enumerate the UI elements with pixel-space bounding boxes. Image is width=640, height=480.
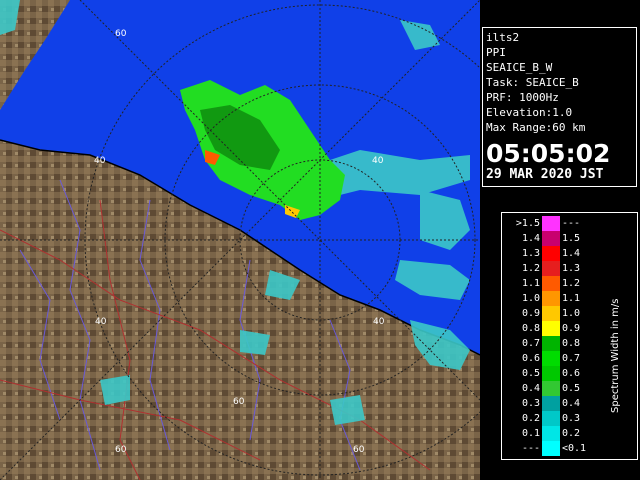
legend-lower-bound: 0.5 (521, 368, 540, 379)
legend-lower-bound: --- (521, 443, 540, 454)
legend-swatch (542, 306, 560, 321)
ring-label: 60 (353, 445, 365, 455)
legend-lower-bound: 1.2 (521, 263, 540, 274)
legend-upper-bound: 1.3 (562, 263, 581, 274)
info-box: ilts2 PPI SEAICE_B_W Task: SEAICE_B PRF:… (482, 27, 637, 187)
legend-swatch (542, 231, 560, 246)
legend-swatch (542, 321, 560, 336)
scan-time: 05:05:02 (486, 139, 611, 168)
elevation-value: Elevation:1.0 (486, 106, 573, 119)
ring-label: 40 (373, 317, 385, 327)
legend-lower-bound: 0.3 (521, 398, 540, 409)
legend-swatch (542, 441, 560, 456)
color-legend: >1.5 --- 1.4 1.5 1.3 1.4 1.2 1.3 1.1 1.2 1.0 1.1 0.9… (501, 212, 638, 460)
legend-upper-bound: 0.6 (562, 368, 581, 379)
legend-lower-bound: >1.5 (515, 218, 540, 229)
legend-upper-bound: 1.5 (562, 233, 581, 244)
legend-upper-bound: 0.8 (562, 338, 581, 349)
legend-lower-bound: 1.1 (521, 278, 540, 289)
legend-upper-bound: --- (562, 218, 581, 229)
legend-upper-bound: 0.9 (562, 323, 581, 334)
legend-upper-bound: 0.3 (562, 413, 581, 424)
legend-row: 0.1 0.2 (502, 426, 637, 441)
legend-lower-bound: 0.4 (521, 383, 540, 394)
ring-label: 60 (115, 445, 127, 455)
max-range-value: Max Range:60 km (486, 121, 586, 134)
legend-upper-bound: 1.4 (562, 248, 581, 259)
legend-unit: Spectrum Width in m/s (610, 243, 630, 423)
legend-lower-bound: 0.9 (521, 308, 540, 319)
legend-upper-bound: 1.2 (562, 278, 581, 289)
ring-label: 40 (372, 156, 384, 166)
legend-unit-label: Spectrum Width in m/s (610, 298, 621, 413)
product-type: PPI (486, 46, 506, 59)
scan-name: SEAICE_B_W (486, 61, 553, 74)
task-name: Task: SEAICE_B (486, 76, 579, 89)
legend-upper-bound: 0.4 (562, 398, 581, 409)
legend-swatch (542, 396, 560, 411)
ring-label: 40 (95, 317, 107, 327)
legend-lower-bound: 1.0 (521, 293, 540, 304)
legend-swatch (542, 261, 560, 276)
legend-swatch (542, 276, 560, 291)
side-panel: ilts2 PPI SEAICE_B_W Task: SEAICE_B PRF:… (480, 0, 640, 480)
legend-lower-bound: 0.2 (521, 413, 540, 424)
legend-swatch (542, 246, 560, 261)
legend-row: --- <0.1 (502, 441, 637, 456)
legend-lower-bound: 0.8 (521, 323, 540, 334)
legend-swatch (542, 381, 560, 396)
scan-date: 29 MAR 2020 JST (486, 167, 604, 182)
prf-value: PRF: 1000Hz (486, 91, 559, 104)
legend-swatch (542, 216, 560, 231)
legend-upper-bound: 0.2 (562, 428, 581, 439)
legend-upper-bound: <0.1 (562, 443, 587, 454)
radar-ppi-map: 60 40 40 40 40 60 60 60 (0, 0, 480, 480)
legend-lower-bound: 0.7 (521, 338, 540, 349)
legend-swatch (542, 411, 560, 426)
legend-lower-bound: 1.4 (521, 233, 540, 244)
legend-upper-bound: 0.5 (562, 383, 581, 394)
legend-swatch (542, 291, 560, 306)
site-name: ilts2 (486, 31, 520, 44)
legend-upper-bound: 1.0 (562, 308, 581, 319)
legend-swatch (542, 336, 560, 351)
legend-lower-bound: 1.3 (521, 248, 540, 259)
legend-upper-bound: 0.7 (562, 353, 581, 364)
legend-swatch (542, 351, 560, 366)
legend-lower-bound: 0.6 (521, 353, 540, 364)
legend-swatch (542, 366, 560, 381)
legend-lower-bound: 0.1 (521, 428, 540, 439)
legend-swatch (542, 426, 560, 441)
ring-label: 40 (94, 156, 106, 166)
ring-label: 60 (233, 397, 245, 407)
ring-label: 60 (115, 29, 127, 39)
legend-row: >1.5 --- (502, 216, 637, 231)
legend-upper-bound: 1.1 (562, 293, 581, 304)
